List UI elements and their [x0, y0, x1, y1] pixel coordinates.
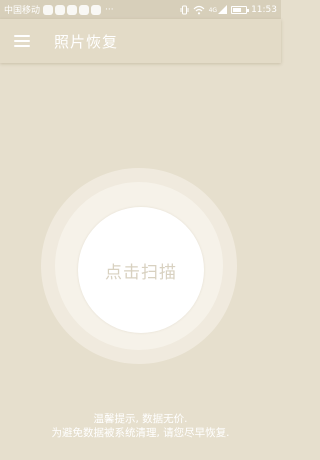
carrier-label: 中国移动 — [4, 6, 41, 16]
notification-icons: ··· — [43, 4, 114, 15]
more-notifications-icon: ··· — [105, 4, 114, 15]
battery-icon — [231, 5, 250, 14]
status-bar: 中国移动 ··· 4G 11:53 — [0, 0, 281, 19]
network-type-label: 4G — [208, 7, 218, 14]
signal-icon: 4G — [208, 5, 228, 14]
scan-button[interactable]: 点击扫描 — [78, 207, 204, 333]
app-bar: 照片恢复 — [0, 19, 281, 63]
notification-app-icon — [43, 4, 54, 15]
hint-line-1: 温馨提示, 数据无价. — [93, 413, 188, 425]
notification-app-icon — [91, 4, 102, 15]
scan-button-label: 点击扫描 — [105, 262, 177, 283]
notification-app-icon — [67, 4, 78, 15]
hint-line-2: 为避免数据被系统清理, 请您尽早恢复. — [51, 427, 230, 439]
status-right: 4G 11:53 — [180, 5, 277, 15]
clock-label: 11:53 — [251, 4, 277, 15]
wifi-icon — [193, 5, 205, 14]
notification-app-icon — [79, 4, 90, 15]
page-title: 照片恢复 — [54, 32, 119, 51]
vibrate-icon — [180, 5, 189, 14]
hint-text: 温馨提示, 数据无价. 为避免数据被系统清理, 请您尽早恢复. — [0, 412, 281, 440]
notification-app-icon — [55, 4, 66, 15]
menu-icon[interactable] — [14, 35, 30, 47]
